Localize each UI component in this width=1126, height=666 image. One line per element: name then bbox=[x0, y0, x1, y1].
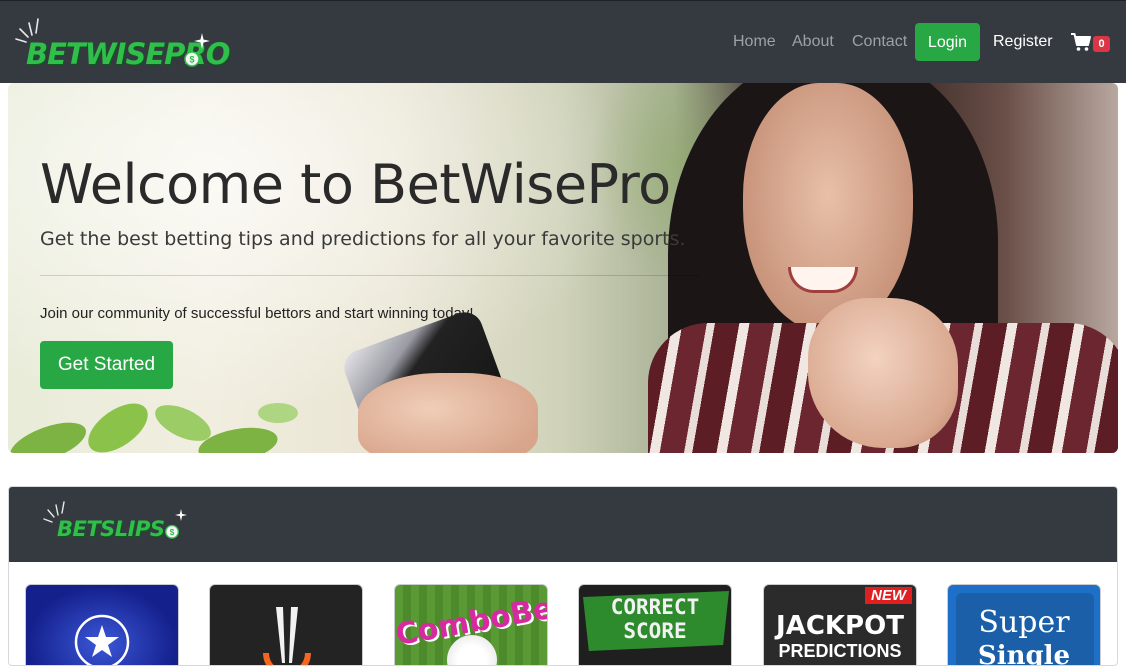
hero-photo-hand bbox=[358, 373, 538, 453]
card-sublabel: Single bbox=[977, 641, 1071, 666]
svg-text:$: $ bbox=[189, 55, 194, 65]
hero-photo-plant bbox=[10, 403, 298, 453]
betslips-header: BETSLIPS $ bbox=[9, 487, 1117, 562]
betslip-card-correct-score[interactable]: CORRECT SCORE bbox=[578, 584, 732, 665]
betslips-logo: BETSLIPS bbox=[57, 517, 165, 541]
new-badge: NEW bbox=[865, 587, 912, 604]
nav-about-link[interactable]: About bbox=[792, 33, 834, 51]
betslip-card-jackpot[interactable]: NEW JACKPOT PREDICTIONS bbox=[763, 584, 917, 665]
hero-lead: Get the best betting tips and prediction… bbox=[40, 228, 686, 250]
nav-contact-link[interactable]: Contact bbox=[852, 33, 907, 51]
svg-text:$: $ bbox=[170, 528, 175, 537]
betslip-card-super-single[interactable]: Super Single bbox=[947, 584, 1101, 666]
sparkle-icon bbox=[194, 33, 210, 49]
hero-photo-fist bbox=[808, 298, 958, 448]
champions-ball-icon bbox=[74, 614, 130, 665]
money-bag-icon: $ bbox=[165, 524, 179, 539]
hero-subtext: Join our community of successful bettors… bbox=[40, 305, 474, 322]
hero-photo-face bbox=[743, 83, 913, 333]
register-link[interactable]: Register bbox=[993, 33, 1053, 51]
betslip-card-champions[interactable] bbox=[25, 584, 179, 665]
cart-icon[interactable] bbox=[1070, 32, 1092, 52]
card-label: CORRECT SCORE bbox=[610, 595, 700, 643]
card-sublabel: PREDICTIONS bbox=[778, 641, 902, 661]
hero-title: Welcome to BetWisePro bbox=[40, 153, 671, 216]
card-label: JACKPOT bbox=[776, 611, 904, 641]
login-button[interactable]: Login bbox=[915, 23, 980, 61]
sparkle-icon bbox=[175, 509, 187, 521]
cart-count-badge: 0 bbox=[1093, 36, 1110, 52]
get-started-button[interactable]: Get Started bbox=[40, 341, 173, 389]
brand-logo[interactable]: BETWISEPRO $ bbox=[10, 17, 230, 73]
betslips-section: BETSLIPS $ ComboBet CORRECT SCORE NEW JA… bbox=[8, 486, 1118, 666]
top-navbar: BETWISEPRO $ Home About Contact Login Re… bbox=[0, 0, 1126, 83]
nav-home-link[interactable]: Home bbox=[733, 33, 776, 51]
hero-banner: Welcome to BetWisePro Get the best betti… bbox=[8, 83, 1118, 453]
money-bag-icon: $ bbox=[184, 51, 200, 67]
card-label: Super bbox=[978, 605, 1070, 640]
hero-divider bbox=[40, 275, 700, 276]
betslip-card-europa[interactable] bbox=[209, 584, 363, 665]
betslip-card-combobet[interactable]: ComboBet bbox=[394, 584, 548, 665]
